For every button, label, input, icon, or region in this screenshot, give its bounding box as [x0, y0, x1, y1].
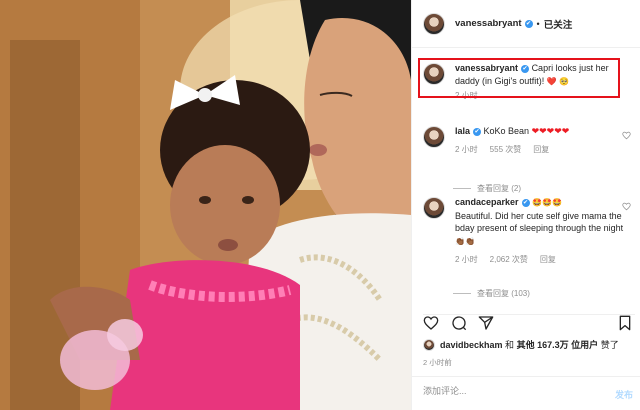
- avatar[interactable]: [423, 126, 445, 148]
- verified-badge-icon: ✔: [521, 198, 530, 207]
- likes-line: davidbeckham 和 其他 167.3万 位用户 赞了: [423, 338, 619, 351]
- header-username[interactable]: vanessabryant: [455, 18, 522, 29]
- avatar[interactable]: [423, 12, 445, 35]
- comment-emojis: ❤❤❤❤❤: [531, 126, 570, 136]
- comment-username[interactable]: lala: [455, 126, 470, 136]
- likes-count[interactable]: 167.3万: [537, 340, 569, 350]
- likes-others-prefix[interactable]: 其他: [517, 340, 535, 350]
- add-comment-bar: 发布: [412, 376, 640, 410]
- verified-badge-icon: ✔: [521, 64, 530, 73]
- comment-time: 2 小时: [455, 255, 478, 264]
- comment-likes[interactable]: 2,062 次赞: [490, 254, 528, 267]
- view-replies-row[interactable]: 查看回复 (103): [423, 288, 530, 299]
- bookmark-icon[interactable]: [617, 315, 633, 331]
- instagram-post: vanessabryant ✔ • 已关注 vanessabryant ✔ Cap…: [0, 0, 640, 410]
- post-photo[interactable]: [0, 0, 411, 410]
- list-item: candaceparker ✔ 🤩🤩🤩 Beautiful. Did her cu…: [423, 196, 635, 267]
- avatar[interactable]: [423, 197, 445, 219]
- caption-text-block: vanessabryant ✔ Capri looks just her dadd…: [455, 62, 633, 103]
- comment-text: KoKo Bean: [483, 126, 530, 136]
- action-bar: [423, 314, 635, 332]
- heart-outline-icon[interactable]: [622, 202, 631, 211]
- likes-users-suffix[interactable]: 位用户: [571, 340, 598, 350]
- view-replies-link[interactable]: 查看回复 (2): [477, 183, 521, 194]
- caption-emojis: ❤️ 🥺: [546, 76, 570, 86]
- heart-outline-icon[interactable]: [423, 315, 439, 331]
- comment-time: 2 小时: [455, 144, 478, 154]
- comment-likes[interactable]: 555 次赞: [490, 144, 522, 157]
- comment-text-block: lala ✔ KoKo Bean ❤❤❤❤❤ 2 小时 555 次赞 回复: [455, 125, 633, 156]
- reply-button[interactable]: 回复: [540, 254, 556, 267]
- caption-username[interactable]: vanessabryant: [455, 63, 518, 73]
- comment-input[interactable]: [423, 386, 593, 396]
- post-sidebar: vanessabryant ✔ • 已关注 vanessabryant ✔ Cap…: [411, 0, 640, 410]
- likes-connector: 和: [505, 340, 515, 350]
- header-separator: •: [536, 18, 540, 29]
- post-comment-button[interactable]: 发布: [615, 388, 633, 401]
- likes-liked: 赞了: [600, 340, 619, 350]
- comment-text-block: candaceparker ✔ 🤩🤩🤩 Beautiful. Did her cu…: [455, 196, 633, 267]
- caption-time: 2 小时: [455, 91, 478, 100]
- photo-illustration: [0, 0, 411, 410]
- verified-badge-icon: ✔: [473, 127, 482, 136]
- comment-emojis: 🤩🤩🤩: [532, 198, 562, 207]
- comment-username[interactable]: candaceparker: [455, 197, 519, 207]
- reply-button[interactable]: 回复: [533, 144, 549, 157]
- list-item: lala ✔ KoKo Bean ❤❤❤❤❤ 2 小时 555 次赞 回复: [423, 125, 635, 156]
- post-time: 2 小时前: [423, 358, 452, 367]
- view-replies-row[interactable]: 查看回复 (2): [423, 183, 521, 194]
- comment-trailing-emojis: 👏🏾👏🏾: [455, 236, 475, 246]
- paper-plane-icon[interactable]: [478, 315, 494, 331]
- avatar[interactable]: [423, 63, 445, 85]
- liker-username[interactable]: davidbeckham: [440, 340, 503, 350]
- avatar[interactable]: [423, 338, 435, 351]
- comment-text: Beautiful. Did her cute self give mama t…: [455, 210, 624, 234]
- follow-status-button[interactable]: 已关注: [544, 17, 573, 31]
- view-replies-link[interactable]: 查看回复 (103): [477, 288, 530, 299]
- caption: vanessabryant ✔ Capri looks just her dadd…: [423, 62, 635, 103]
- comment-bubble-icon[interactable]: [451, 315, 467, 331]
- verified-badge-icon: ✔: [524, 19, 533, 28]
- post-header: vanessabryant ✔ • 已关注: [412, 0, 640, 48]
- heart-outline-icon[interactable]: [622, 131, 631, 140]
- likes-text: davidbeckham 和 其他 167.3万 位用户 赞了: [440, 338, 619, 351]
